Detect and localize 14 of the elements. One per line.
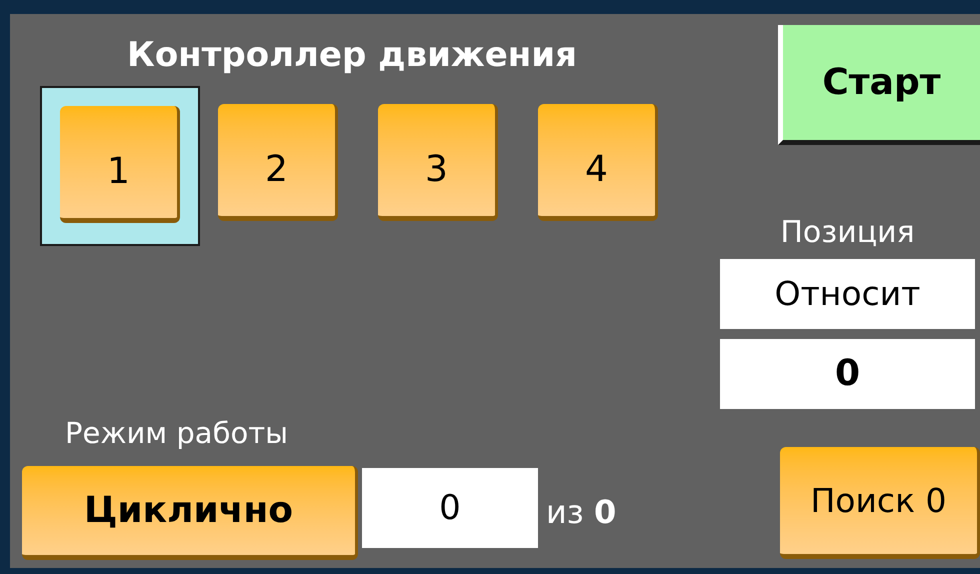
search-button[interactable]: Поиск 0 bbox=[780, 447, 980, 559]
position-value-field[interactable]: 0 bbox=[720, 339, 975, 409]
count-field[interactable]: 0 bbox=[362, 468, 538, 548]
start-button[interactable]: Старт bbox=[778, 25, 980, 145]
axis-button[interactable]: 2 bbox=[218, 104, 338, 221]
axis-button[interactable]: 3 bbox=[378, 104, 498, 221]
axis-button[interactable]: 4 bbox=[538, 104, 658, 221]
axis-button[interactable]: 1 bbox=[60, 106, 180, 223]
mode-label: Режим работы bbox=[65, 415, 289, 452]
total-count: из 0 bbox=[546, 492, 616, 533]
mode-button[interactable]: Циклично bbox=[22, 466, 358, 560]
panel-title: Контроллер движения bbox=[126, 34, 578, 77]
position-label: Позиция bbox=[779, 214, 916, 252]
position-mode-field[interactable]: Относит bbox=[720, 259, 975, 329]
